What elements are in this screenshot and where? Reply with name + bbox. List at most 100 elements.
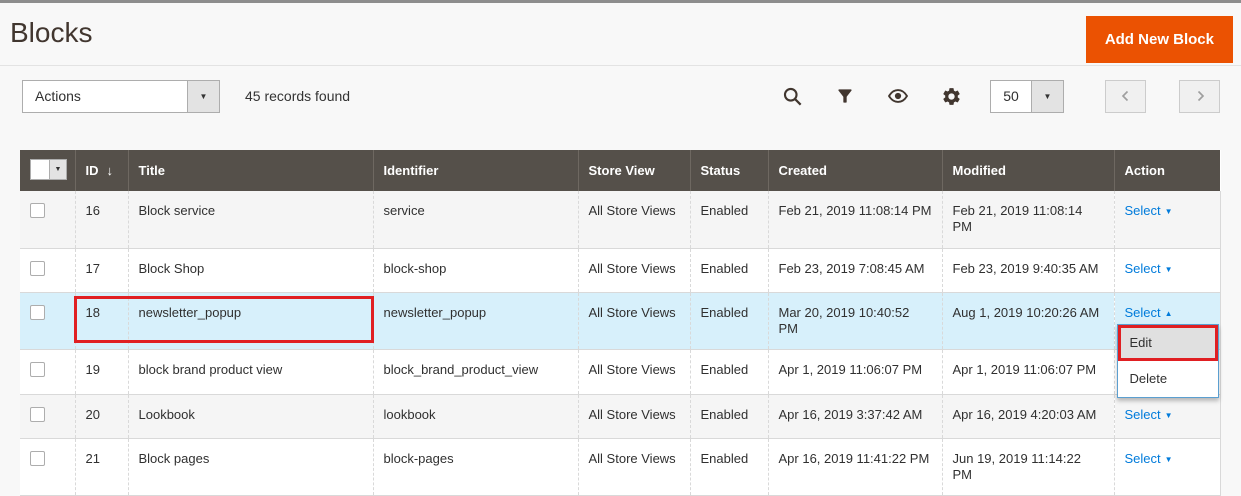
cell-store-view: All Store Views	[578, 394, 690, 438]
column-header-title[interactable]: Title	[128, 150, 373, 191]
row-checkbox[interactable]	[30, 203, 45, 218]
cell-identifier: block-shop	[373, 248, 578, 292]
select-action-link[interactable]: Select▼	[1125, 203, 1173, 218]
chevron-down-icon: ▼	[1165, 207, 1173, 216]
pagination-prev-button[interactable]	[1105, 80, 1146, 113]
page-header: Blocks Add New Block	[0, 3, 1241, 66]
cell-id: 16	[75, 191, 128, 248]
column-header-modified[interactable]: Modified	[942, 150, 1114, 191]
cell-identifier: service	[373, 191, 578, 248]
cell-identifier: lookbook	[373, 394, 578, 438]
table-row: 21Block pagesblock-pagesAll Store ViewsE…	[20, 438, 1220, 496]
gear-icon[interactable]	[940, 85, 962, 107]
grid-header-row: ▼ ID↓ Title Identifier Store View Status…	[20, 150, 1220, 191]
checkbox[interactable]	[31, 160, 49, 179]
cell-store-view: All Store Views	[578, 292, 690, 350]
row-checkbox[interactable]	[30, 362, 45, 377]
chevron-up-icon: ▲	[1165, 309, 1173, 318]
sort-desc-icon[interactable]: ↓	[107, 163, 114, 178]
per-page-selector[interactable]: 50 ▼	[990, 80, 1064, 113]
cell-store-view: All Store Views	[578, 248, 690, 292]
row-checkbox-cell	[20, 394, 75, 438]
cell-action: Select▼	[1114, 438, 1220, 496]
filter-icon[interactable]	[834, 85, 856, 107]
column-header-store-view[interactable]: Store View	[578, 150, 690, 191]
cell-modified: Feb 23, 2019 9:40:35 AM	[942, 248, 1114, 292]
table-row: 17Block Shopblock-shopAll Store ViewsEna…	[20, 248, 1220, 292]
pagination-next-button[interactable]	[1179, 80, 1220, 113]
row-checkbox-cell	[20, 248, 75, 292]
column-header-id[interactable]: ID↓	[75, 150, 128, 191]
column-header-action[interactable]: Action	[1114, 150, 1220, 191]
cell-id: 17	[75, 248, 128, 292]
actions-dropdown[interactable]: Actions ▼	[22, 80, 220, 113]
column-header-identifier[interactable]: Identifier	[373, 150, 578, 191]
table-row: 18newsletter_popupnewsletter_popupAll St…	[20, 292, 1220, 350]
cell-title: Block pages	[128, 438, 373, 496]
cell-title: block brand product view	[128, 350, 373, 394]
row-checkbox[interactable]	[30, 261, 45, 276]
chevron-down-icon[interactable]: ▼	[49, 160, 66, 179]
row-checkbox[interactable]	[30, 305, 45, 320]
select-all-header: ▼	[20, 150, 75, 191]
row-checkbox-cell	[20, 438, 75, 496]
cell-title: Block Shop	[128, 248, 373, 292]
cell-modified: Apr 16, 2019 4:20:03 AM	[942, 394, 1114, 438]
cell-action: Select▼	[1114, 191, 1220, 248]
per-page-value: 50	[991, 81, 1031, 112]
eye-icon[interactable]	[887, 85, 909, 107]
cell-status: Enabled	[690, 248, 768, 292]
cell-created: Apr 16, 2019 11:41:22 PM	[768, 438, 942, 496]
cell-status: Enabled	[690, 438, 768, 496]
menu-item-delete[interactable]: Delete	[1118, 361, 1218, 397]
actions-dropdown-label: Actions	[23, 81, 93, 112]
row-checkbox[interactable]	[30, 407, 45, 422]
cell-title: Block service	[128, 191, 373, 248]
cell-status: Enabled	[690, 394, 768, 438]
row-checkbox-cell	[20, 350, 75, 394]
row-checkbox[interactable]	[30, 451, 45, 466]
cell-identifier: block_brand_product_view	[373, 350, 578, 394]
chevron-down-icon: ▼	[1165, 265, 1173, 274]
search-icon[interactable]	[781, 85, 803, 107]
blocks-grid: ▼ ID↓ Title Identifier Store View Status…	[20, 150, 1221, 496]
cell-status: Enabled	[690, 292, 768, 350]
select-action-link[interactable]: Select▼	[1125, 407, 1173, 422]
column-header-status[interactable]: Status	[690, 150, 768, 191]
row-checkbox-cell	[20, 191, 75, 248]
select-action-link[interactable]: Select▼	[1125, 261, 1173, 276]
cell-status: Enabled	[690, 191, 768, 248]
cell-created: Feb 23, 2019 7:08:45 AM	[768, 248, 942, 292]
grid-body: 16Block serviceserviceAll Store ViewsEna…	[20, 191, 1220, 496]
chevron-down-icon[interactable]: ▼	[1031, 81, 1063, 112]
select-action-link[interactable]: Select▼	[1125, 451, 1173, 466]
cell-modified: Apr 1, 2019 11:06:07 PM	[942, 350, 1114, 394]
select-all-checkbox[interactable]: ▼	[30, 159, 67, 180]
cell-store-view: All Store Views	[578, 438, 690, 496]
cell-created: Apr 1, 2019 11:06:07 PM	[768, 350, 942, 394]
cell-title: newsletter_popup	[128, 292, 373, 350]
cell-modified: Aug 1, 2019 10:20:26 AM	[942, 292, 1114, 350]
column-header-created[interactable]: Created	[768, 150, 942, 191]
row-checkbox-cell	[20, 292, 75, 350]
chevron-left-icon	[1117, 87, 1135, 105]
cell-action: Select▼	[1114, 248, 1220, 292]
menu-item-edit[interactable]: Edit	[1118, 325, 1218, 361]
add-new-block-button[interactable]: Add New Block	[1086, 16, 1233, 63]
cell-store-view: All Store Views	[578, 191, 690, 248]
chevron-right-icon	[1191, 87, 1209, 105]
chevron-down-icon[interactable]: ▼	[187, 81, 219, 112]
cell-modified: Feb 21, 2019 11:08:14 PM	[942, 191, 1114, 248]
table-row: 19block brand product viewblock_brand_pr…	[20, 350, 1220, 394]
cell-status: Enabled	[690, 350, 768, 394]
action-menu: EditDelete	[1117, 324, 1219, 399]
cell-created: Apr 16, 2019 3:37:42 AM	[768, 394, 942, 438]
cell-store-view: All Store Views	[578, 350, 690, 394]
cell-created: Mar 20, 2019 10:40:52 PM	[768, 292, 942, 350]
select-action-link[interactable]: Select▲	[1125, 305, 1173, 320]
cell-id: 18	[75, 292, 128, 350]
cell-modified: Jun 19, 2019 11:14:22 PM	[942, 438, 1114, 496]
cell-title: Lookbook	[128, 394, 373, 438]
grid-toolbar: Actions ▼ 45 records found 50 ▼	[22, 79, 1220, 113]
records-count: 45 records found	[245, 88, 350, 104]
